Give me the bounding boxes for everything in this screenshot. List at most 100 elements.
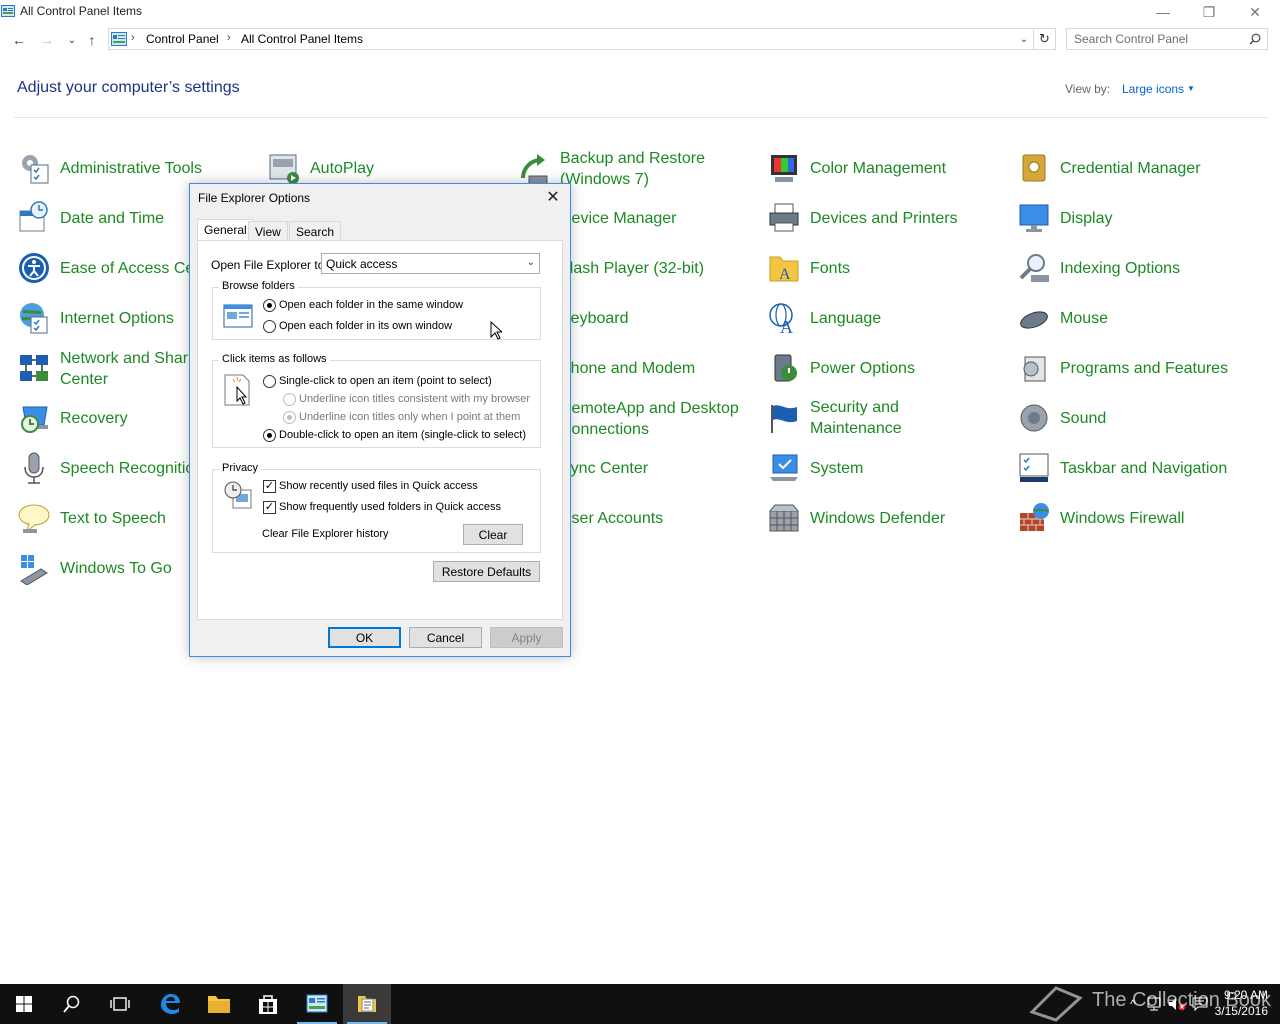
item-label: Backup and Restore (Windows 7) [560, 150, 705, 188]
clear-history-button[interactable]: Clear [463, 524, 523, 545]
autoplay-icon [267, 151, 301, 185]
item-label: Flash Player (32-bit) [560, 259, 705, 277]
backup-icon [517, 152, 551, 186]
restore-defaults-button[interactable]: Restore Defaults [433, 561, 540, 582]
search-input[interactable] [1074, 32, 1244, 46]
minimize-button[interactable]: — [1140, 0, 1186, 24]
cancel-button[interactable]: Cancel [409, 627, 482, 648]
item-fonts[interactable]: A Fonts [767, 246, 990, 290]
item-security-maintenance[interactable]: Security and Maintenance [767, 396, 990, 440]
item-devices-printers[interactable]: Devices and Printers [767, 196, 990, 240]
control-panel-taskbar-button[interactable] [293, 984, 341, 1024]
item-label: Color Management [810, 159, 947, 177]
window-icon [223, 304, 253, 328]
svg-text:A: A [780, 317, 793, 335]
view-by-label: View by: [1065, 82, 1111, 96]
item-language[interactable]: A Language [767, 296, 990, 340]
control-panel-icon [111, 32, 127, 46]
address-dropdown-button[interactable]: ⌄ [1017, 31, 1031, 47]
item-label: Language [810, 309, 882, 327]
item-system[interactable]: System [767, 446, 990, 490]
item-windows-defender[interactable]: Windows Defender [767, 496, 990, 540]
refresh-button[interactable]: ↻ [1034, 28, 1056, 50]
store-button[interactable] [244, 984, 292, 1024]
task-view-icon [110, 997, 130, 1011]
breadcrumb-control-panel[interactable]: Control Panel [146, 32, 219, 46]
item-sound[interactable]: Sound [1017, 396, 1240, 440]
start-button[interactable] [0, 984, 48, 1024]
item-label: Windows Defender [810, 509, 946, 527]
ok-button[interactable]: OK [328, 627, 401, 648]
usb-drive-icon [17, 551, 51, 586]
watermark-text: The Collection Book [1092, 989, 1271, 1011]
item-label: Windows Firewall [1060, 509, 1185, 527]
item-credential-manager[interactable]: Credential Manager [1017, 146, 1240, 190]
close-button[interactable]: ✕ [1232, 0, 1278, 24]
restore-button[interactable]: ❐ [1186, 0, 1232, 24]
view-by-dropdown[interactable]: Large icons ▼ [1122, 82, 1195, 96]
power-icon [767, 351, 801, 385]
view-by-value: Large icons [1122, 82, 1185, 96]
apply-button[interactable]: Apply [490, 627, 563, 648]
search-box[interactable] [1066, 28, 1268, 50]
close-icon: ✕ [546, 189, 560, 206]
control-panel-icon [306, 994, 328, 1013]
forward-button[interactable]: → [37, 30, 57, 50]
radio-underline-browser[interactable] [283, 393, 296, 406]
radio-own-window[interactable] [263, 320, 276, 333]
checkbox-frequent-folders[interactable]: ✓ [263, 501, 276, 514]
item-power-options[interactable]: Power Options [767, 346, 990, 390]
item-mouse[interactable]: Mouse [1017, 296, 1240, 340]
radio-underline-point[interactable] [283, 411, 296, 424]
folder-icon [208, 996, 230, 1013]
tab-view[interactable]: View [248, 221, 288, 241]
breadcrumb-all-items[interactable]: All Control Panel Items [241, 32, 363, 46]
address-bar[interactable]: › Control Panel › All Control Panel Item… [108, 28, 1034, 50]
file-explorer-button[interactable] [195, 984, 243, 1024]
frequent-folders-label: Show frequently used folders in Quick ac… [279, 501, 501, 513]
recent-files-label: Show recently used files in Quick access [279, 480, 478, 492]
back-button[interactable]: ← [9, 30, 29, 50]
windows-logo-icon [16, 996, 32, 1012]
radio-double-click[interactable] [263, 429, 276, 442]
checkbox-recent-files[interactable]: ✓ [263, 480, 276, 493]
up-button[interactable]: ↑ [82, 30, 102, 50]
search-icon [63, 995, 80, 1013]
item-label: Fonts [810, 259, 851, 277]
privacy-group: Privacy ✓ Show recently used files in Qu… [212, 462, 541, 553]
item-color-management[interactable]: Color Management [767, 146, 990, 190]
item-programs-features[interactable]: Programs and Features [1017, 346, 1240, 390]
dialog-close-button[interactable]: ✕ [542, 187, 564, 207]
tab-general[interactable]: General [197, 219, 254, 241]
item-display[interactable]: Display [1017, 196, 1240, 240]
radio-single-click[interactable] [263, 375, 276, 388]
item-windows-firewall[interactable]: Windows Firewall [1017, 496, 1240, 540]
clear-history-label: Clear File Explorer history [262, 528, 389, 540]
radio-same-window[interactable] [263, 299, 276, 312]
open-to-select[interactable]: Quick access ⌄ [321, 253, 540, 274]
tab-search[interactable]: Search [289, 221, 342, 241]
color-management-icon [767, 151, 801, 185]
breadcrumb-separator: › [131, 32, 135, 44]
ease-of-access-icon [17, 251, 51, 285]
search-button[interactable] [48, 984, 96, 1024]
taskbar-icon [1017, 451, 1051, 485]
file-explorer-options-taskbar-button[interactable] [343, 984, 391, 1024]
chevron-down-icon: ⌄ [526, 257, 535, 268]
item-label: Administrative Tools [60, 159, 202, 177]
clock-document-icon [224, 481, 252, 509]
title-bar: All Control Panel Items — ❐ ✕ [0, 0, 1280, 24]
credential-icon [1017, 151, 1051, 185]
dialog-title: File Explorer Options [198, 191, 311, 205]
speech-bubble-icon [17, 501, 51, 535]
microphone-icon [17, 451, 51, 485]
item-indexing-options[interactable]: Indexing Options [1017, 246, 1240, 290]
edge-button[interactable] [146, 984, 194, 1024]
recent-locations-button[interactable]: ⌄ [62, 30, 82, 50]
item-taskbar-navigation[interactable]: Taskbar and Navigation [1017, 446, 1240, 490]
flag-icon [767, 401, 801, 435]
fonts-icon: A [767, 251, 801, 285]
item-label: Credential Manager [1060, 159, 1201, 177]
open-to-value: Quick access [326, 257, 398, 271]
task-view-button[interactable] [96, 984, 144, 1024]
